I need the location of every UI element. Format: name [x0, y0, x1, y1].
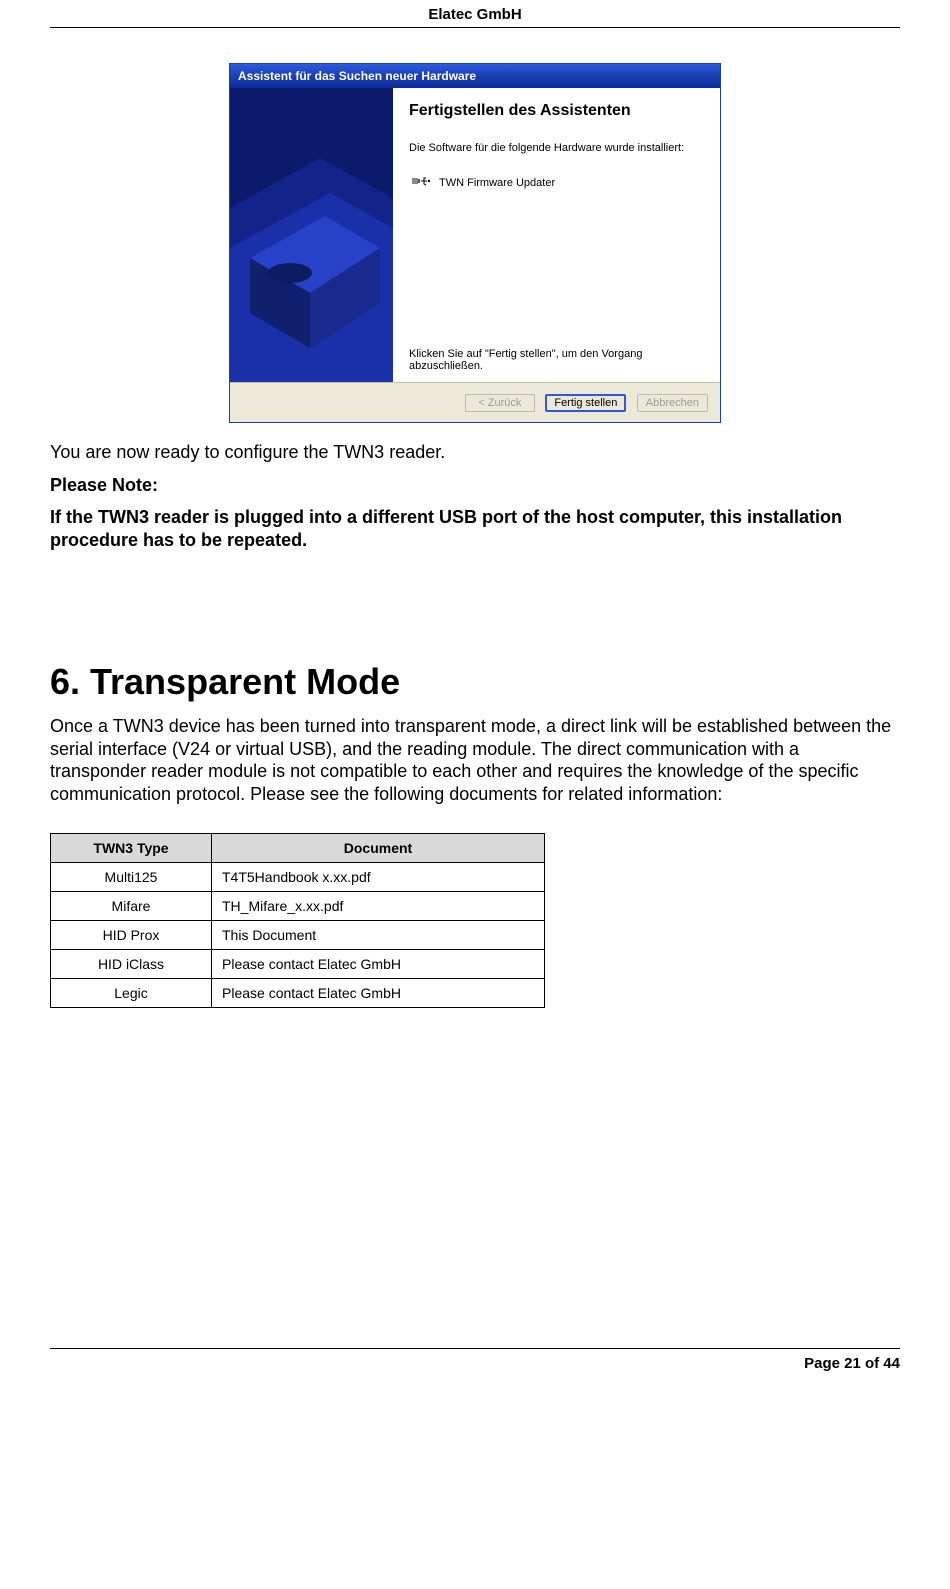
section-paragraph: Once a TWN3 device has been turned into …	[50, 715, 900, 805]
twn3-type: Legic	[51, 979, 212, 1008]
wizard-titlebar: Assistent für das Suchen neuer Hardware	[230, 64, 720, 88]
twn3-type: HID Prox	[51, 921, 212, 950]
twn3-doc: T4T5Handbook x.xx.pdf	[212, 863, 545, 892]
wizard-device-row: TWN Firmware Updater	[411, 172, 704, 193]
table-row: HID iClass Please contact Elatec GmbH	[51, 950, 545, 979]
table-header-row: TWN3 Type Document	[51, 834, 545, 863]
please-note-label: Please Note:	[50, 474, 900, 497]
twn3-doc: TH_Mifare_x.xx.pdf	[212, 892, 545, 921]
twn3-type: Multi125	[51, 863, 212, 892]
cancel-button[interactable]: Abbrechen	[637, 394, 708, 412]
wizard-subtitle: Die Software für die folgende Hardware w…	[409, 142, 704, 154]
twn3-doc: This Document	[212, 921, 545, 950]
twn3-doc: Please contact Elatec GmbH	[212, 950, 545, 979]
wizard-device-name: TWN Firmware Updater	[439, 177, 555, 189]
wizard-main-panel: Fertigstellen des Assistenten Die Softwa…	[393, 88, 720, 382]
twn3-doc: Please contact Elatec GmbH	[212, 979, 545, 1008]
table-row: Multi125 T4T5Handbook x.xx.pdf	[51, 863, 545, 892]
page-footer: Page 21 of 44	[50, 1348, 900, 1392]
wizard-button-bar: < Zurück Fertig stellen Abbrechen	[230, 382, 720, 422]
wizard-heading: Fertigstellen des Assistenten	[409, 102, 704, 120]
back-button[interactable]: < Zurück	[465, 394, 535, 412]
table-row: Legic Please contact Elatec GmbH	[51, 979, 545, 1008]
wizard-title-text: Assistent für das Suchen neuer Hardware	[238, 69, 476, 83]
wizard-sidebar-image	[230, 88, 393, 382]
section-heading: 6. Transparent Mode	[50, 661, 900, 703]
finish-button[interactable]: Fertig stellen	[545, 394, 626, 412]
table-header-document: Document	[212, 834, 545, 863]
documents-table: TWN3 Type Document Multi125 T4T5Handbook…	[50, 833, 545, 1008]
wizard-screenshot: Assistent für das Suchen neuer Hardware	[50, 63, 900, 423]
table-row: Mifare TH_Mifare_x.xx.pdf	[51, 892, 545, 921]
note-text: If the TWN3 reader is plugged into a dif…	[50, 506, 900, 551]
twn3-type: Mifare	[51, 892, 212, 921]
ready-text: You are now ready to configure the TWN3 …	[50, 441, 900, 464]
page-number: Page 21 of 44	[804, 1355, 900, 1372]
twn3-type: HID iClass	[51, 950, 212, 979]
wizard-instruction: Klicken Sie auf "Fertig stellen", um den…	[409, 348, 704, 372]
usb-icon	[411, 172, 431, 193]
table-row: HID Prox This Document	[51, 921, 545, 950]
page-header: Elatec GmbH	[50, 0, 900, 28]
header-title: Elatec GmbH	[428, 6, 521, 23]
table-header-type: TWN3 Type	[51, 834, 212, 863]
